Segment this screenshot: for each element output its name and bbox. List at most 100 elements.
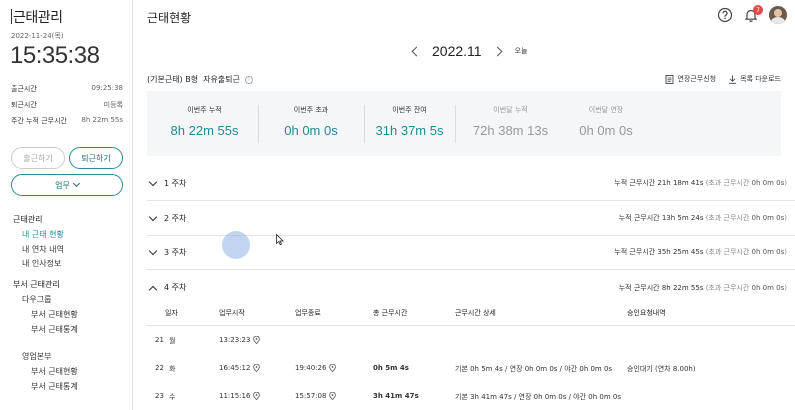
week-total: 13h 5m 24s [661,214,704,222]
week-summary: 누적 근무시간 8h 22m 55s (초과 근무시간 0h 0m 0s) [619,283,787,293]
summary-label: 이번주 잔여 [392,106,427,114]
location-pin-icon[interactable] [253,364,261,372]
week-overtime-suffix: ) [784,248,787,256]
chevron-down-icon [148,177,158,186]
week-summary: 누적 근무시간 35h 25m 45s (초과 근무시간 0h 0m 0s) [614,247,787,257]
summary-value: 8h 22m 55s [170,123,239,138]
menu-group-daou[interactable]: 다우그룹 [22,294,51,305]
page-title: 근태현황 [147,11,192,25]
table-row: 21 월 13:23:23 [147,326,795,354]
avatar[interactable] [769,6,787,24]
app-title: 근태관리 [11,7,63,27]
summary-value: 0h 0m 0s [579,123,633,138]
header-icons: 7 [717,5,787,24]
row-start: 13:23:23 [219,336,261,344]
location-pin-icon[interactable] [253,336,261,344]
current-month: 2022.11 [432,43,482,59]
summary-month-overtime: 이번달 연장 0h 0m 0s [557,91,655,156]
col-detail: 근무시간 상세 [455,309,496,317]
location-pin-icon[interactable] [329,364,337,372]
table-header: 일자 업무시작 업무종료 총 근무시간 근무시간 상세 승인요청내역 [147,298,795,326]
row-total: 3h 41m 47s [373,392,419,400]
week-overtime-value: 0h 0m 0s [751,248,785,256]
info-icon[interactable]: i [244,75,253,84]
today-button[interactable]: 오늘 [515,46,528,56]
row-day: 22 [155,364,164,372]
col-date: 일자 [165,309,178,317]
check-out-button[interactable]: 퇴근하기 [69,147,123,169]
attendance-buttons: 출근하기 퇴근하기 [11,147,123,169]
work-status-label: 업무 [55,180,70,190]
row-start-time: 13:23:23 [219,336,251,344]
work-status-dropdown[interactable]: 업무 [11,174,123,196]
row-detail: 기본 3h 41m 47s / 연장 0h 0m 0s / 야간 0h 0m 0… [455,393,621,401]
chevron-up-icon [148,285,158,294]
help-icon[interactable] [717,7,733,23]
week-overtime-value: 0h 0m 0s [751,283,785,292]
stat-label: 퇴근시간 [11,101,37,109]
location-pin-icon[interactable] [253,392,261,400]
week-total-prefix: 누적 근무시간 [618,283,660,292]
menu-item-my-leave[interactable]: 내 연차 내역 [22,244,64,255]
table-row: 23 수 11:15:16 15:57:08 3h 41m 47s 기본 3h … [147,382,795,410]
check-in-button[interactable]: 출근하기 [11,147,65,169]
row-detail: 기본 0h 5m 4s / 연장 0h 0m 0s / 야간 0h 0m 0s [455,365,613,373]
check-in-time-row: 출근시간 09:25:38 [11,84,123,94]
menu-section-dept: 부서 근태관리 [13,280,60,289]
stat-value: 미등록 [103,101,123,109]
row-approval[interactable]: 승인대기 (연차 8.00h) [627,364,696,374]
week-overtime: (초과 근무시간 0h 0m 0s) [706,284,787,292]
summary-label: 이번주 누적 [187,106,222,114]
bell-icon[interactable]: 7 [743,5,763,23]
menu-item-group1-stats[interactable]: 부서 근태통계 [31,324,78,335]
week-total-prefix: 누적 근무시간 [614,179,656,187]
check-out-time-row: 퇴근시간 미등록 [11,100,123,110]
col-start: 업무시작 [219,309,245,317]
summary-value: 0h 0m 0s [284,123,338,138]
overtime-request-label: 연장근무신청 [677,75,717,83]
row-weekday: 월 [169,337,176,345]
col-end: 업무종료 [295,309,321,317]
week-overtime-suffix: ) [784,179,787,187]
menu-group-sales[interactable]: 영업본부 [22,351,51,362]
summary-label: 이번주 초과 [293,106,329,114]
next-month-icon[interactable] [492,46,503,56]
row-end-time: 15:57:08 [295,392,327,400]
summary-week-total: 이번주 누적 8h 22m 55s [147,91,262,156]
summary-panel: 이번주 누적 8h 22m 55s 이번주 초과 0h 0m 0s 이번주 잔여… [147,91,781,156]
download-icon [729,75,737,84]
location-pin-icon[interactable] [329,392,337,400]
week-summary: 누적 근무시간 13h 5m 24s (초과 근무시간 0h 0m 0s) [619,213,787,223]
week-overtime-value: 0h 0m 0s [751,214,785,222]
list-actions: 연장근무신청 목록 다운로드 [665,74,781,84]
week-label: 4 주차 [164,283,187,292]
overtime-request-button[interactable]: 연장근무신청 [665,74,716,84]
menu-item-group1-status[interactable]: 부서 근태현황 [31,309,78,320]
table-row: 22 화 16:45:12 19:40:26 0h 5m 4s 기본 0h 5m… [147,354,795,382]
sidebar: 근태관리 2022-11-24(목) 15:35:38 출근시간 09:25:3… [0,0,133,410]
week-total-prefix: 누적 근무시간 [614,248,656,256]
week-row-1[interactable]: 1 주차 누적 근무시간 21h 18m 41s (초과 근무시간 0h 0m … [147,166,795,201]
prev-month-icon[interactable] [411,46,422,56]
week-total: 8h 22m 55s [661,283,704,292]
week-overtime-suffix: ) [784,283,787,292]
week-overtime-prefix: (초과 근무시간 [705,283,750,292]
week-overtime: (초과 근무시간 0h 0m 0s) [706,248,787,256]
policy-label: (기본근태) B형 자유출퇴근 i [147,74,253,85]
menu-item-group2-status[interactable]: 부서 근태현황 [31,366,78,377]
download-list-button[interactable]: 목록 다운로드 [728,74,781,84]
mouse-pointer-icon [276,234,284,245]
col-total: 총 근무시간 [373,309,408,317]
row-day: 23 [155,392,164,400]
row-weekday: 화 [169,365,176,373]
row-end: 19:40:26 [295,364,337,372]
week-row-2[interactable]: 2 주차 누적 근무시간 13h 5m 24s (초과 근무시간 0h 0m 0… [147,201,795,236]
policy-type: (기본근태) B형 [147,75,199,84]
menu-item-my-info[interactable]: 내 인사정보 [22,258,61,269]
stat-value: 09:25:38 [91,84,123,92]
week-label: 1 주차 [164,178,187,188]
menu-item-group2-stats[interactable]: 부서 근태통계 [31,381,78,392]
month-navigator: 2022.11 오늘 [411,43,528,59]
stat-label: 출근시간 [11,85,37,93]
menu-item-my-status[interactable]: 내 근태 현황 [22,229,64,240]
